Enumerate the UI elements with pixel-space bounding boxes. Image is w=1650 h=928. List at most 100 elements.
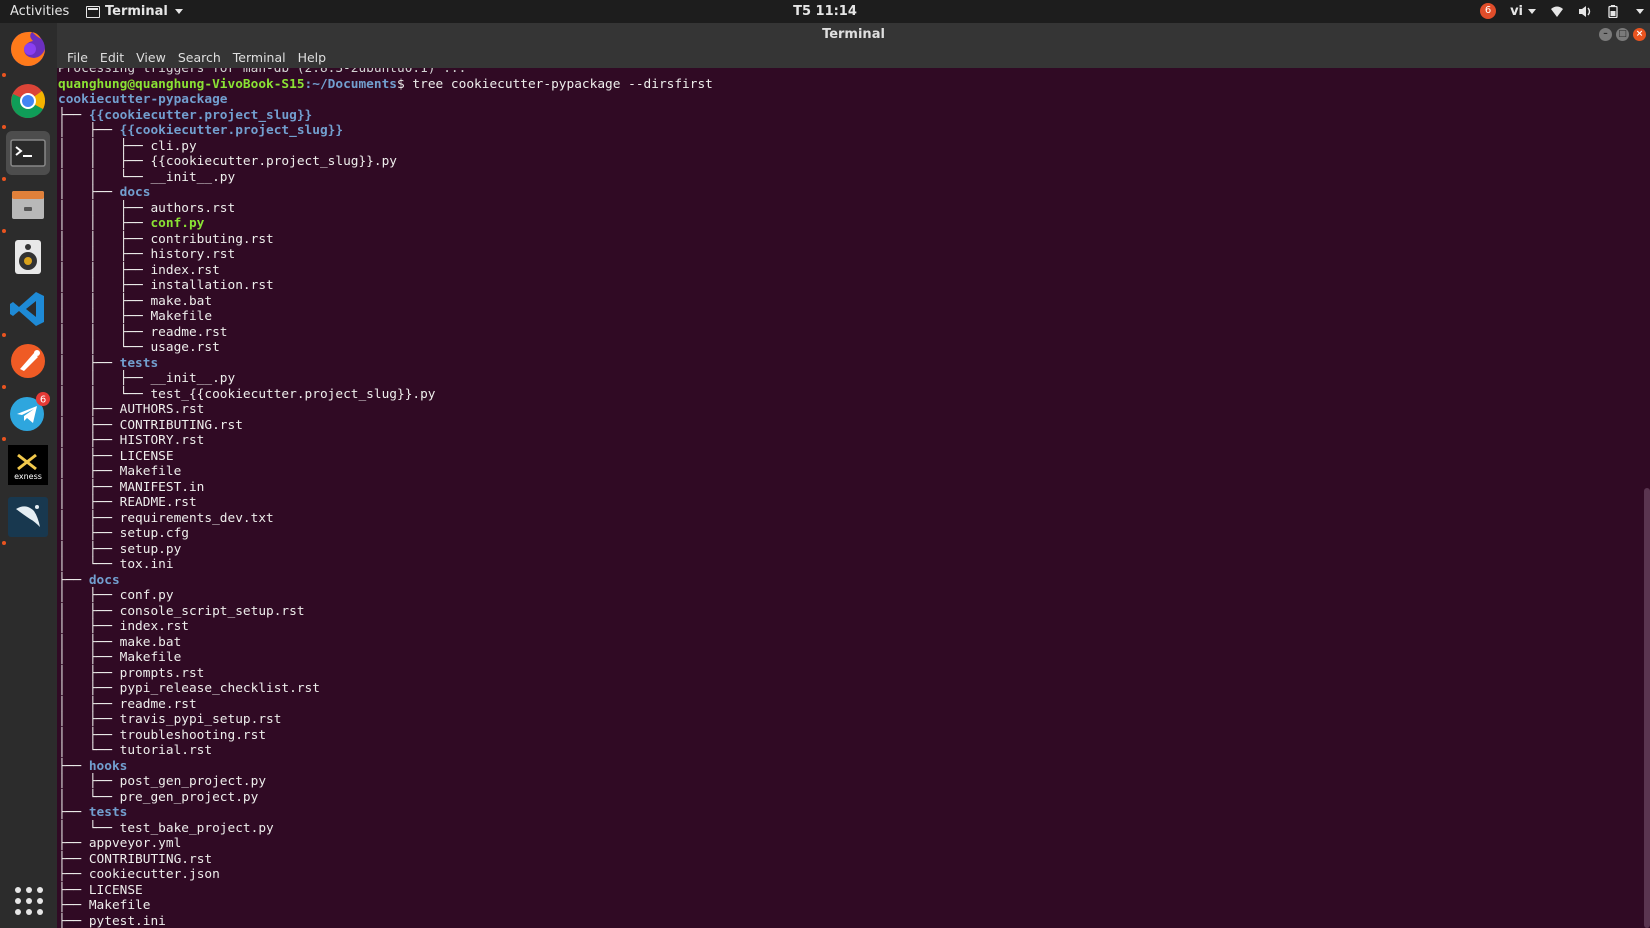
tree-file: {{cookiecutter.project_slug}}.py [150,154,397,169]
window-titlebar[interactable]: Terminal – □ × [57,23,1650,46]
tree-line: │ │ ├── __init__.py [58,371,713,387]
tree-file: AUTHORS.rst [119,402,205,417]
battery-icon[interactable] [1606,4,1620,18]
tree-prefix: │ ├── [58,123,120,138]
tree-line: │ ├── make.bat [58,635,713,651]
input-language[interactable]: vi [1510,4,1536,19]
dock-firefox[interactable] [6,27,50,71]
tree-file: __init__.py [150,371,236,386]
tree-line: ├── hooks [58,759,713,775]
app-menu-label: Terminal [105,4,168,19]
tree-directory: hooks [88,758,128,774]
volume-icon[interactable] [1578,5,1592,18]
tree-line: │ │ └── test_{{cookiecutter.project_slug… [58,387,713,403]
running-indicator [2,333,6,337]
dock-chrome[interactable] [6,79,50,123]
language-label: vi [1510,3,1523,19]
tree-prefix: │ │ ├── [58,200,151,216]
tree-file: pre_gen_project.py [119,789,259,805]
tree-line: │ │ ├── cli.py [58,139,713,155]
tree-line: │ │ ├── authors.rst [58,201,713,217]
tree-prefix: │ ├── [58,681,120,696]
tree-prefix: │ │ ├── [58,138,151,154]
maximize-icon[interactable]: □ [1616,28,1629,41]
system-indicators: 6 vi [1477,2,1644,19]
tree-line: │ ├── setup.cfg [58,526,713,542]
tree-prefix: │ ├── [58,541,120,557]
dock-files[interactable] [6,183,50,227]
dock-rhythmbox[interactable] [6,235,50,279]
tree-line: │ │ ├── index.rst [58,263,713,279]
tree-prefix: │ │ ├── [58,154,151,169]
close-icon[interactable]: × [1633,28,1646,41]
tree-prefix: │ ├── [58,774,120,789]
tree-file: setup.cfg [119,526,189,541]
minimize-icon[interactable]: – [1599,28,1612,41]
dock-vscode[interactable] [6,287,50,331]
activities-button[interactable]: Activities [10,4,69,19]
tree-file: readme.rst [150,324,228,340]
show-applications-icon[interactable] [15,887,43,915]
wifi-icon[interactable] [1550,5,1564,18]
exness-label: exness [14,472,42,481]
tree-line: │ ├── conf.py [58,588,713,604]
tree-line: │ ├── tests [58,356,713,372]
tree-file: authors.rst [150,200,236,216]
tree-prefix: │ ├── [58,433,120,448]
menu-search[interactable]: Search [172,50,227,65]
tree-line: │ ├── post_gen_project.py [58,774,713,790]
tree-prefix: │ └── [58,557,120,572]
dock-telegram[interactable]: 6 [6,391,50,435]
tree-directory: docs [119,185,151,200]
dolphin-icon [8,497,48,537]
tree-directory: cookiecutter-pypackage [58,92,228,107]
running-indicator [2,177,6,181]
tree-line: │ ├── {{cookiecutter.project_slug}} [58,123,713,139]
tree-prefix: │ ├── [58,712,120,727]
tree-prefix: │ │ ├── [58,278,151,293]
prompt-command: $ tree cookiecutter-pypackage --dirsfirs… [397,76,713,92]
tree-line: │ ├── readme.rst [58,697,713,713]
running-indicator [2,385,6,389]
dock-mysql-workbench[interactable] [6,495,50,539]
tree-file: index.rst [150,262,220,278]
app-menu[interactable]: Terminal [86,4,183,19]
tree-line: │ │ ├── make.bat [58,294,713,310]
notification-badge[interactable]: 6 [1477,2,1497,19]
tree-file: prompts.rst [119,665,205,681]
menu-edit[interactable]: Edit [94,50,130,65]
tree-file: travis_pypi_setup.rst [119,712,282,727]
running-indicator [2,73,6,77]
menu-view[interactable]: View [130,50,172,65]
dock-terminal[interactable] [6,131,50,175]
menu-terminal[interactable]: Terminal [227,50,292,65]
menu-help[interactable]: Help [292,50,333,65]
files-icon [12,191,44,219]
dock-exness[interactable]: exness [6,443,50,487]
tree-line: │ ├── pypi_release_checklist.rst [58,681,713,697]
dock-postman[interactable] [6,339,50,383]
tree-prefix: │ ├── [58,464,120,479]
tree-file: installation.rst [150,278,274,293]
tree-file: setup.py [119,541,182,557]
terminal-area[interactable]: Processing triggers for man-db (2.8.3-2u… [57,68,1650,928]
terminal-scrollbar[interactable] [1644,488,1650,928]
system-menu-chevron-icon[interactable] [1636,8,1644,14]
tree-line: │ │ └── usage.rst [58,340,713,356]
tree-line: ├── tests [58,805,713,821]
menu-file[interactable]: File [61,50,94,65]
tree-directory: tests [119,355,159,371]
tree-prefix: │ ├── [58,603,120,619]
tree-line: │ │ ├── readme.rst [58,325,713,341]
tree-line: │ ├── setup.py [58,542,713,558]
tree-prefix: │ ├── [58,727,120,743]
tree-prefix: │ │ ├── [58,309,151,324]
tree-prefix: ├── [58,572,89,588]
clock[interactable]: T5 11:14 [0,4,1650,19]
tree-directory: docs [88,572,120,588]
tree-prefix: ├── [58,851,89,867]
tree-prefix: │ │ ├── [58,293,151,309]
tree-line: │ ├── index.rst [58,619,713,635]
tree-prefix: │ ├── [58,665,120,681]
telegram-badge: 6 [40,395,46,406]
